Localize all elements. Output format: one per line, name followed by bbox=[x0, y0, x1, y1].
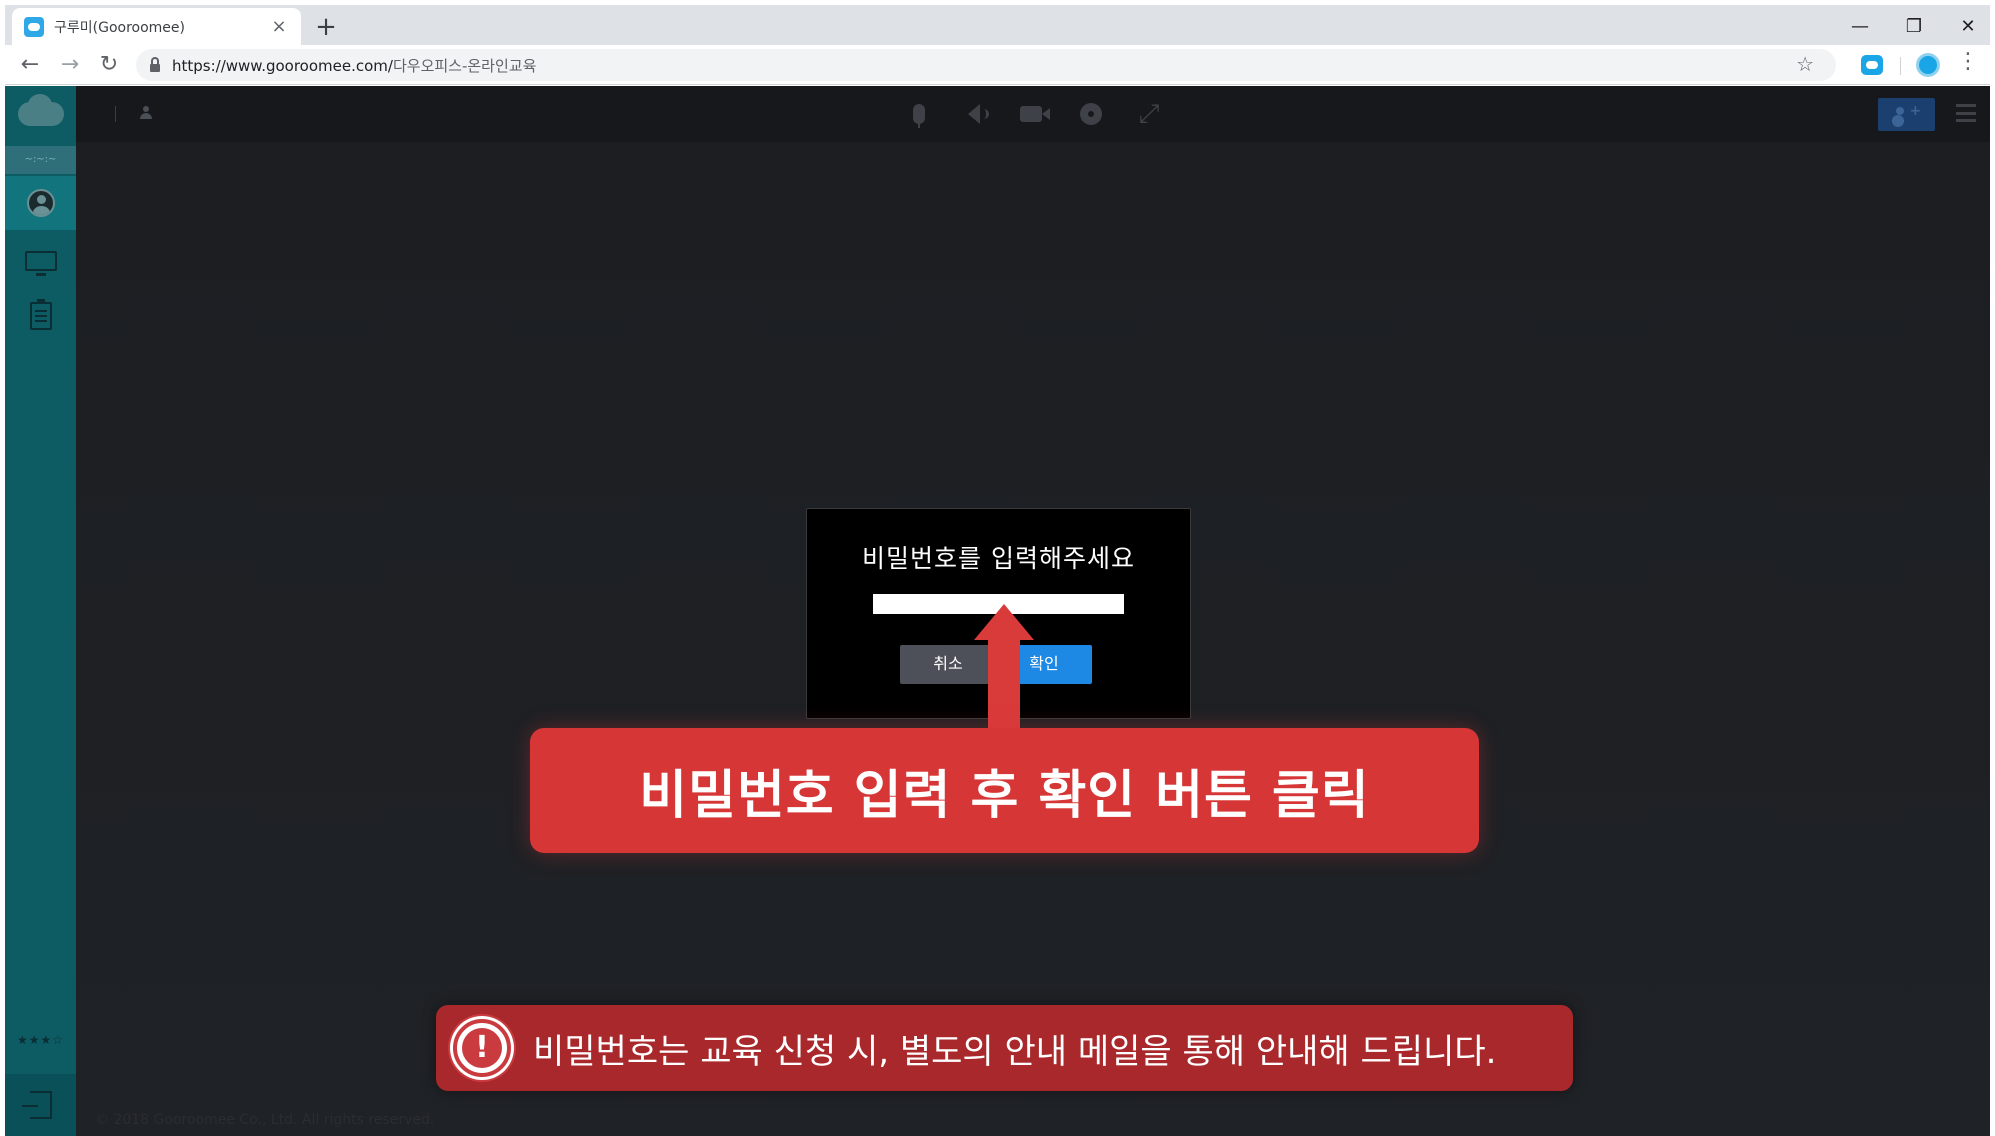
password-dialog-title: 비밀번호를 입력해주세요 bbox=[862, 544, 1135, 573]
minimize-button[interactable]: — bbox=[1837, 11, 1883, 43]
exclamation-icon: ! bbox=[462, 1028, 502, 1068]
user-circle-icon bbox=[26, 189, 55, 217]
topbar-divider bbox=[115, 106, 116, 122]
browser-tab-strip: 구루미(Gooroomee) × + — ❐ ✕ bbox=[5, 5, 1990, 45]
tab-title: 구루미(Gooroomee) bbox=[54, 19, 185, 36]
info-note-text: 비밀번호는 교육 신청 시, 별도의 안내 메일을 통해 안내해 드립니다. bbox=[533, 1031, 1497, 1072]
toolbar-separator bbox=[1900, 57, 1901, 75]
bookmark-star-icon[interactable]: ☆ bbox=[1796, 52, 1814, 76]
add-user-icon bbox=[1894, 103, 1921, 123]
settings-button[interactable] bbox=[1073, 98, 1109, 130]
speaker-icon bbox=[968, 104, 989, 124]
microphone-icon bbox=[913, 104, 925, 128]
sidebar-item-board[interactable] bbox=[5, 289, 76, 343]
alert-badge: ! bbox=[453, 1019, 511, 1077]
url-host: https://www.gooroomee.com/ bbox=[172, 56, 393, 75]
restore-button[interactable]: ❐ bbox=[1891, 11, 1937, 43]
browser-toolbar: ← → ↻ https://www.gooroomee.com/다우오피스-온라… bbox=[5, 45, 1990, 85]
close-window-button[interactable]: ✕ bbox=[1945, 11, 1991, 43]
participant-count-icon[interactable] bbox=[140, 106, 152, 120]
hamburger-menu-icon[interactable] bbox=[1956, 104, 1976, 122]
reload-icon[interactable]: ↻ bbox=[94, 50, 124, 80]
fullscreen-button[interactable]: ⤢ bbox=[1131, 98, 1167, 130]
browser-menu-icon[interactable]: ⋮ bbox=[1957, 49, 1979, 74]
sidebar: ~:~:~ ★★★☆ bbox=[5, 86, 76, 1136]
lock-icon bbox=[150, 56, 160, 72]
gear-icon bbox=[1080, 103, 1102, 125]
browser-tab[interactable]: 구루미(Gooroomee) × bbox=[12, 8, 301, 45]
monitor-icon bbox=[24, 251, 57, 276]
copyright-text: © 2018 Gooroomee Co., Ltd. All rights re… bbox=[95, 1112, 435, 1128]
new-tab-button[interactable]: + bbox=[311, 13, 341, 43]
cancel-button[interactable]: 취소 bbox=[900, 645, 996, 684]
room-topbar: ⤢ bbox=[76, 86, 1990, 142]
microphone-button[interactable] bbox=[901, 98, 937, 130]
gooroomee-logo-icon[interactable] bbox=[18, 94, 64, 126]
gooroomee-extension-icon[interactable] bbox=[1861, 55, 1883, 75]
clipboard-icon bbox=[29, 299, 52, 330]
sidebar-item-screen-share[interactable] bbox=[5, 234, 76, 288]
instruction-callout: 비밀번호 입력 후 확인 버튼 클릭 bbox=[530, 728, 1479, 853]
exit-room-button[interactable] bbox=[5, 1074, 76, 1136]
pointer-arrow-shaft bbox=[988, 638, 1020, 728]
address-bar[interactable]: https://www.gooroomee.com/다우오피스-온라인교육 ☆ bbox=[136, 49, 1836, 81]
exit-icon bbox=[21, 1091, 52, 1119]
camera-button[interactable] bbox=[1013, 98, 1050, 130]
info-note-banner: ! 비밀번호는 교육 신청 시, 별도의 안내 메일을 통해 안내해 드립니다. bbox=[436, 1005, 1573, 1091]
profile-avatar-icon[interactable] bbox=[1916, 53, 1940, 77]
back-icon[interactable]: ← bbox=[15, 50, 45, 80]
expand-icon: ⤢ bbox=[1138, 99, 1160, 129]
tab-close-icon[interactable]: × bbox=[269, 16, 289, 37]
speaker-button[interactable] bbox=[956, 98, 992, 130]
sidebar-strip: ~:~:~ bbox=[5, 146, 76, 174]
rating-stars[interactable]: ★★★☆ bbox=[5, 1033, 76, 1047]
gooroomee-favicon-icon bbox=[24, 16, 44, 37]
pointer-arrow-head bbox=[974, 604, 1034, 640]
forward-icon[interactable]: → bbox=[55, 50, 85, 80]
url-text: https://www.gooroomee.com/다우오피스-온라인교육 bbox=[172, 55, 536, 76]
camera-icon bbox=[1020, 106, 1050, 122]
sidebar-item-participants[interactable] bbox=[5, 176, 76, 230]
url-path: 다우오피스-온라인교육 bbox=[392, 56, 537, 75]
invite-user-button[interactable] bbox=[1878, 98, 1935, 131]
